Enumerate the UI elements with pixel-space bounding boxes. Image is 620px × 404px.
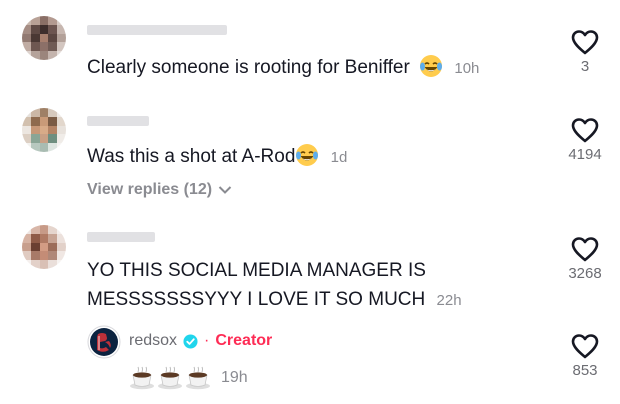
view-replies-label: View replies (12) (87, 181, 213, 198)
avatar[interactable] (22, 108, 66, 152)
comment-text: Was this a shot at A-Rod 1d (87, 143, 347, 172)
comment-text-line-1: YO THIS SOCIAL MEDIA MANAGER IS (87, 257, 426, 285)
timestamp: 1d (330, 149, 348, 166)
face-with-tears-of-joy-icon (420, 55, 443, 77)
hot-beverage-icon (158, 366, 182, 390)
avatar[interactable] (22, 16, 66, 60)
timestamp: 19h (221, 369, 248, 386)
like-button[interactable]: 3 (558, 29, 612, 75)
hot-beverage-icon (130, 366, 154, 390)
username-blurred[interactable] (87, 25, 227, 35)
like-count: 4194 (568, 146, 602, 163)
comment-text: Clearly someone is rooting for Beniffer … (87, 54, 479, 83)
comment-body-line-1: YO THIS SOCIAL MEDIA MANAGER IS (87, 260, 426, 281)
reply-text: 19h (129, 366, 248, 390)
avatar[interactable] (22, 225, 66, 269)
like-count: 853 (572, 362, 598, 379)
verified-badge-icon (183, 333, 198, 349)
chevron-down-icon (218, 186, 232, 194)
like-count: 3268 (568, 265, 602, 282)
username-blurred[interactable] (87, 232, 155, 242)
redsox-avatar[interactable] (87, 325, 121, 359)
separator: · (204, 332, 210, 349)
heart-icon (571, 237, 599, 262)
creator-badge: Creator (215, 332, 273, 349)
timestamp: 22h (436, 292, 462, 309)
hot-beverage-icon (186, 366, 210, 390)
comment-body: Was this a shot at A-Rod (87, 146, 296, 167)
heart-icon (571, 30, 599, 55)
username-blurred[interactable] (87, 116, 149, 126)
heart-icon (571, 334, 599, 359)
reply-username[interactable]: redsox (129, 332, 177, 350)
like-button[interactable]: 853 (558, 333, 612, 379)
comment-text-line-2: MESSSSSSSYYY I LOVE IT SO MUCH 22h (87, 286, 462, 315)
like-button[interactable]: 3268 (558, 236, 612, 282)
heart-icon (571, 118, 599, 143)
like-count: 3 (580, 58, 590, 75)
view-replies-button[interactable]: View replies (12) (87, 181, 232, 199)
comment-body: Clearly someone is rooting for Beniffer (87, 57, 410, 78)
timestamp: 10h (454, 60, 480, 77)
comment-body-line-2: MESSSSSSSYYY I LOVE IT SO MUCH (87, 289, 426, 310)
like-button[interactable]: 4194 (558, 117, 612, 163)
reply-header: redsox · Creator (129, 332, 272, 350)
face-with-tears-of-joy-icon (296, 144, 319, 166)
